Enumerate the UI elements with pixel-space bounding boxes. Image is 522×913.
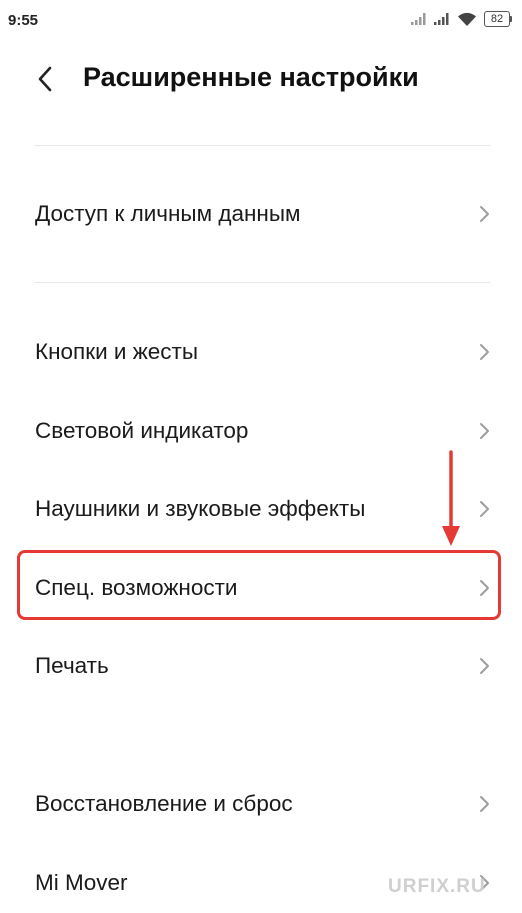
status-icons: 82 xyxy=(411,11,512,27)
status-time: 9:55 xyxy=(8,12,39,29)
menu-item-led-indicator[interactable]: Световой индикатор xyxy=(0,401,522,461)
menu-item-label: Спец. возможности xyxy=(35,575,238,600)
menu-item-printing[interactable]: Печать xyxy=(0,636,522,696)
chevron-right-icon xyxy=(480,580,489,596)
menu-item-label: Кнопки и жесты xyxy=(35,339,199,364)
chevron-right-icon xyxy=(480,423,489,439)
status-bar: 9:55 82 xyxy=(0,0,522,42)
signal-icon xyxy=(434,13,449,25)
chevron-left-icon xyxy=(38,66,52,92)
watermark: URFIX.RU xyxy=(388,876,486,897)
menu-item-backup-reset[interactable]: Восстановление и сброс xyxy=(0,774,522,834)
menu-item-accessibility[interactable]: Спец. возможности xyxy=(0,558,522,618)
menu-item-label: Наушники и звуковые эффекты xyxy=(35,496,366,521)
chevron-right-icon xyxy=(480,796,489,812)
battery-icon: 82 xyxy=(484,11,512,27)
menu-item-label: Доступ к личным данным xyxy=(35,201,301,226)
chevron-right-icon xyxy=(480,658,489,674)
menu-item-headphones-sound[interactable]: Наушники и звуковые эффекты xyxy=(0,479,522,539)
wifi-icon xyxy=(458,12,476,26)
header: Расширенные настройки xyxy=(0,56,522,102)
chevron-right-icon xyxy=(480,344,489,360)
menu-item-label: Световой индикатор xyxy=(35,418,249,443)
menu-item-label: Mi Mover xyxy=(35,870,128,895)
menu-item-label: Печать xyxy=(35,653,109,678)
chevron-right-icon xyxy=(480,501,489,517)
menu-item-privacy[interactable]: Доступ к личным данным xyxy=(0,184,522,244)
menu-item-buttons-gestures[interactable]: Кнопки и жесты xyxy=(0,322,522,382)
signal-icon xyxy=(411,13,426,25)
divider xyxy=(34,145,490,146)
divider xyxy=(34,282,490,283)
menu-item-label: Восстановление и сброс xyxy=(35,791,293,816)
back-button[interactable] xyxy=(28,62,62,96)
battery-level: 82 xyxy=(484,11,510,27)
page-title: Расширенные настройки xyxy=(83,62,419,92)
chevron-right-icon xyxy=(480,206,489,222)
